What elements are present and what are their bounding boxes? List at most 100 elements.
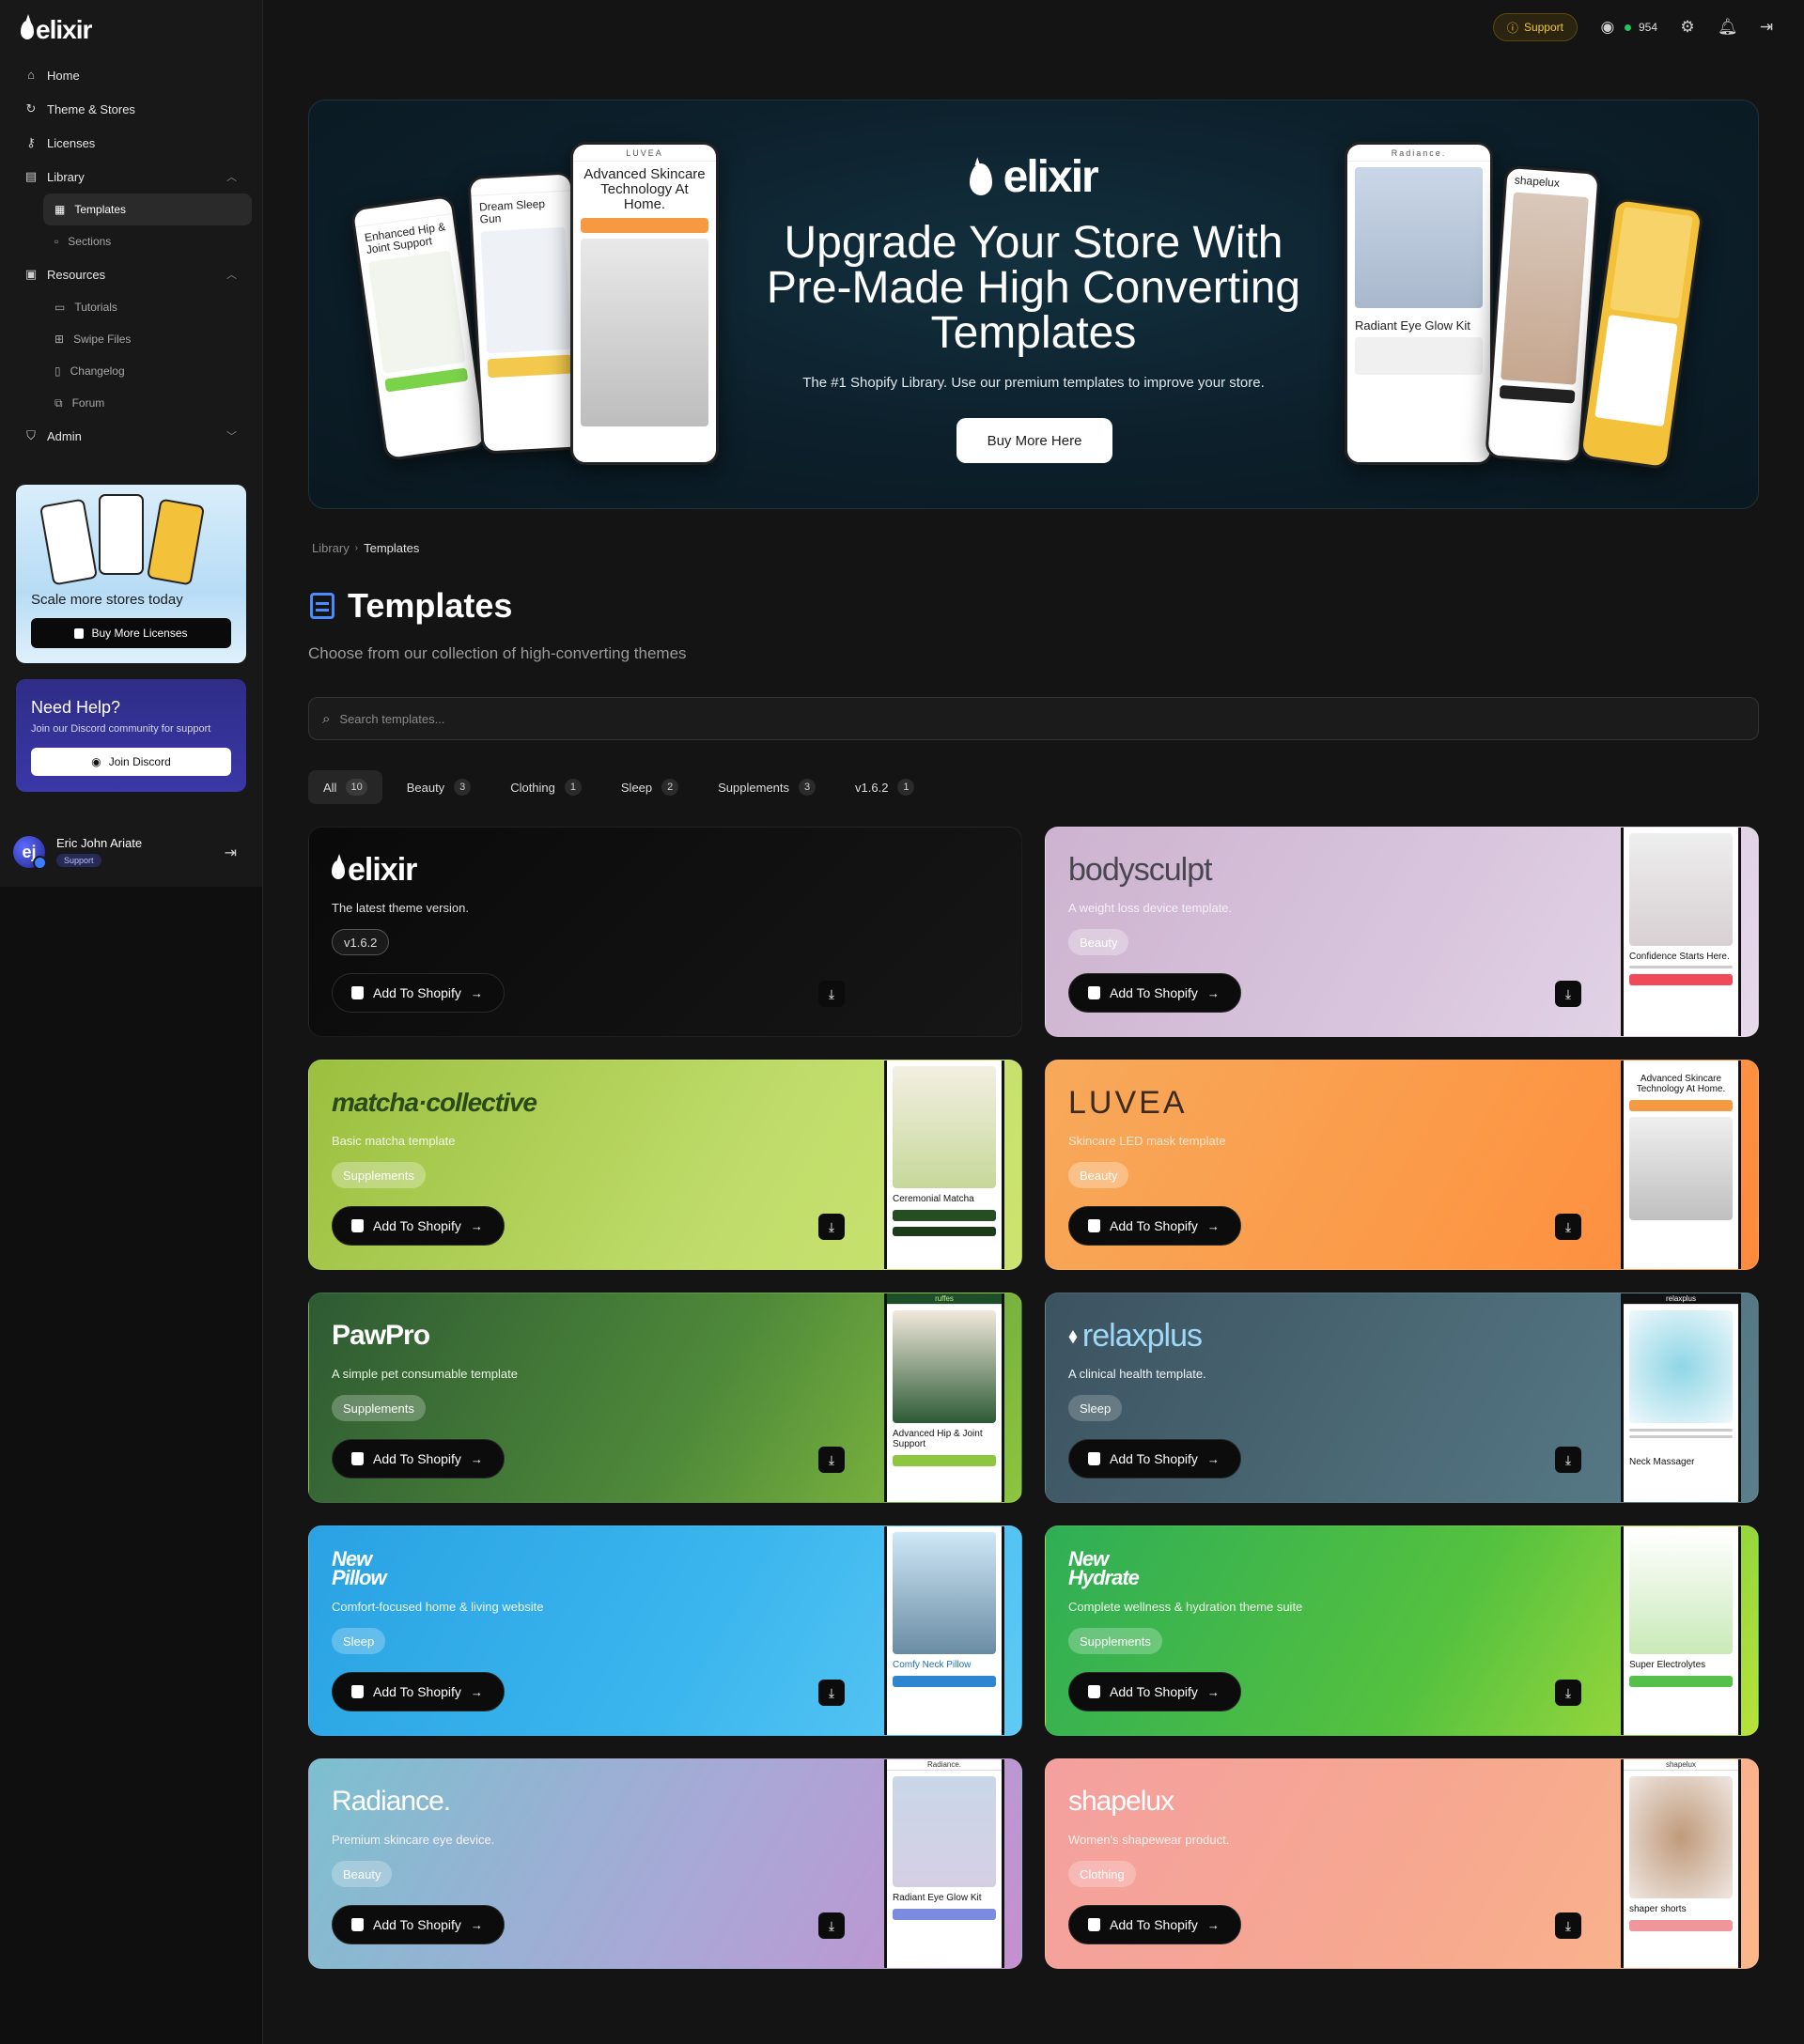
sidebar-item-home[interactable]: ⌂ Home (13, 58, 250, 92)
download-icon[interactable]: ⤓ (818, 1680, 845, 1706)
template-preview-image: Radiance. Radiant Eye Glow Kit (884, 1759, 1004, 1968)
download-icon[interactable]: ⤓ (818, 1447, 845, 1473)
logout-icon[interactable]: ⇥ (225, 844, 237, 862)
download-icon[interactable]: ⤓ (1555, 1447, 1581, 1473)
page-title: Templates (310, 586, 512, 626)
filter-beauty[interactable]: Beauty 3 (392, 770, 486, 804)
add-to-shopify-button[interactable]: Add To Shopify → (332, 1439, 505, 1479)
template-card-pawpro[interactable]: PawPro A simple pet consumable template … (308, 1293, 1022, 1503)
key-icon: ⚷ (26, 135, 36, 149)
download-icon[interactable]: ⤓ (1555, 1214, 1581, 1240)
sidebar-item-licenses[interactable]: ⚷ Licenses (13, 126, 250, 160)
download-icon[interactable]: ⤓ (818, 1912, 845, 1939)
filter-all[interactable]: All 10 (308, 770, 382, 804)
breadcrumb-current: Templates (364, 541, 420, 555)
sidebar-item-theme-stores[interactable]: ↻ Theme & Stores (13, 92, 250, 126)
hero-banner: Enhanced Hip & Joint Support Dream Sleep… (308, 100, 1759, 509)
arrow-right-icon: → (1206, 1917, 1220, 1932)
sidebar-item-tutorials[interactable]: ▭ Tutorials (43, 291, 252, 323)
add-to-shopify-button[interactable]: Add To Shopify → (1068, 1905, 1241, 1944)
sidebar-background (0, 887, 263, 2044)
shopping-bag-icon (1088, 986, 1100, 999)
logout-icon[interactable]: ⇥ (1757, 18, 1776, 37)
app-logo[interactable]: elixir (21, 15, 92, 45)
add-to-shopify-button[interactable]: Add To Shopify → (1068, 1672, 1241, 1711)
add-to-shopify-button[interactable]: Add To Shopify → (1068, 973, 1241, 1013)
promo-phone-image (39, 498, 99, 586)
template-description: Basic matcha template (332, 1134, 456, 1148)
add-to-shopify-button[interactable]: Add To Shopify → (332, 1206, 505, 1246)
sidebar-item-swipe-files[interactable]: ⊞ Swipe Files (43, 323, 252, 355)
breadcrumb-library[interactable]: Library (312, 541, 350, 555)
bell-icon[interactable]: 🔔︎ (1718, 18, 1738, 37)
discord-online-count[interactable]: ◉ 954 (1598, 18, 1657, 37)
template-card-relaxplus[interactable]: ⬧ relaxplus A clinical health template. … (1045, 1293, 1759, 1503)
arrow-right-icon: → (1206, 985, 1220, 1000)
user-profile[interactable]: ej Eric John Ariate Support ⇥ (13, 832, 250, 872)
shopping-bag-icon (351, 1219, 364, 1232)
template-card-radiance[interactable]: Radiance. Premium skincare eye device. B… (308, 1758, 1022, 1969)
buy-more-licenses-button[interactable]: Buy More Licenses (31, 618, 231, 648)
filter-sleep[interactable]: Sleep 2 (606, 770, 693, 804)
sidebar-item-sections[interactable]: ▫ Sections (43, 225, 252, 257)
add-to-shopify-button[interactable]: Add To Shopify → (332, 973, 505, 1013)
filter-supplements[interactable]: Supplements 3 (703, 770, 831, 804)
add-to-shopify-button[interactable]: Add To Shopify → (332, 1672, 505, 1711)
add-to-shopify-button[interactable]: Add To Shopify → (332, 1905, 505, 1944)
avatar: ej (13, 836, 47, 870)
add-to-shopify-button[interactable]: Add To Shopify → (1068, 1206, 1241, 1246)
join-discord-button[interactable]: ◉ Join Discord (31, 748, 231, 776)
template-description: The latest theme version. (332, 901, 469, 915)
download-icon[interactable]: ⤓ (818, 981, 845, 1007)
template-description: Skincare LED mask template (1068, 1134, 1226, 1148)
sidebar-item-templates[interactable]: ▦ Templates (43, 194, 252, 225)
template-card-elixir[interactable]: elixir The latest theme version. v1.6.2 … (308, 827, 1022, 1037)
arrow-right-icon: → (1206, 1684, 1220, 1699)
template-card-shapelux[interactable]: shapelux Women's shapewear product. Clot… (1045, 1758, 1759, 1969)
template-brand: New Hydrate (1068, 1547, 1140, 1589)
download-icon[interactable]: ⤓ (1555, 1912, 1581, 1939)
template-description: Complete wellness & hydration theme suit… (1068, 1600, 1303, 1614)
layout-icon: ▦ (54, 203, 66, 216)
sidebar-item-resources[interactable]: ▣ Resources ︿ (13, 257, 250, 291)
template-description: A simple pet consumable template (332, 1367, 518, 1381)
template-preview-image: Advanced Skincare Technology At Home. (1621, 1061, 1741, 1269)
download-icon[interactable]: ⤓ (818, 1214, 845, 1240)
chevron-down-icon: ﹀ (226, 431, 237, 442)
download-icon[interactable]: ⤓ (1555, 981, 1581, 1007)
template-preview-image: shapelux shaper shorts (1621, 1759, 1741, 1968)
shopping-bag-icon (1088, 1452, 1100, 1465)
template-brand: matcha·collective (332, 1088, 537, 1117)
refresh-icon: ↻ (25, 101, 37, 116)
grid-icon: ⊞ (54, 333, 65, 346)
book-icon: ▤ (24, 169, 38, 183)
template-card-luvea[interactable]: LUVEA Skincare LED mask template Beauty … (1045, 1060, 1759, 1270)
sidebar-item-changelog[interactable]: ▯ Changelog (43, 355, 252, 387)
download-icon[interactable]: ⤓ (1555, 1680, 1581, 1706)
template-brand: bodysculpt (1068, 851, 1213, 888)
template-card-matcha-collective[interactable]: matcha·collective Basic matcha template … (308, 1060, 1022, 1270)
page-subtitle: Choose from our collection of high-conve… (308, 644, 687, 662)
support-button[interactable]: ⓘ Support (1492, 13, 1578, 41)
template-card-new-pillow[interactable]: New Pillow Comfort-focused home & living… (308, 1525, 1022, 1736)
filter-clothing[interactable]: Clothing 1 (495, 770, 597, 804)
user-name: Eric John Ariate (56, 836, 143, 850)
sidebar-item-admin[interactable]: ⛉ Admin ﹀ (13, 419, 250, 453)
license-promo-card: Scale more stores today Buy More License… (16, 485, 246, 663)
breadcrumb: Library › Templates (312, 541, 419, 555)
template-tag: Clothing (1068, 1861, 1136, 1887)
user-role-badge: Support (56, 854, 101, 867)
add-to-shopify-button[interactable]: Add To Shopify → (1068, 1439, 1241, 1479)
buy-more-here-button[interactable]: Buy More Here (956, 418, 1112, 463)
sidebar-item-forum[interactable]: ⧉ Forum (43, 387, 252, 419)
help-card: Need Help? Join our Discord community fo… (16, 679, 246, 792)
template-card-bodysculpt[interactable]: bodysculpt A weight loss device template… (1045, 827, 1759, 1037)
arrow-right-icon: → (1206, 1451, 1220, 1466)
arrow-right-icon: → (470, 1917, 483, 1932)
sidebar-item-library[interactable]: ▤ Library ︿ (13, 160, 250, 194)
template-card-new-hydrate[interactable]: New Hydrate Complete wellness & hydratio… (1045, 1525, 1759, 1736)
gear-icon[interactable]: ⚙ (1678, 18, 1697, 37)
filter-version[interactable]: v1.6.2 1 (840, 770, 929, 804)
search-input[interactable] (339, 711, 1758, 726)
template-tag: Supplements (332, 1162, 426, 1188)
